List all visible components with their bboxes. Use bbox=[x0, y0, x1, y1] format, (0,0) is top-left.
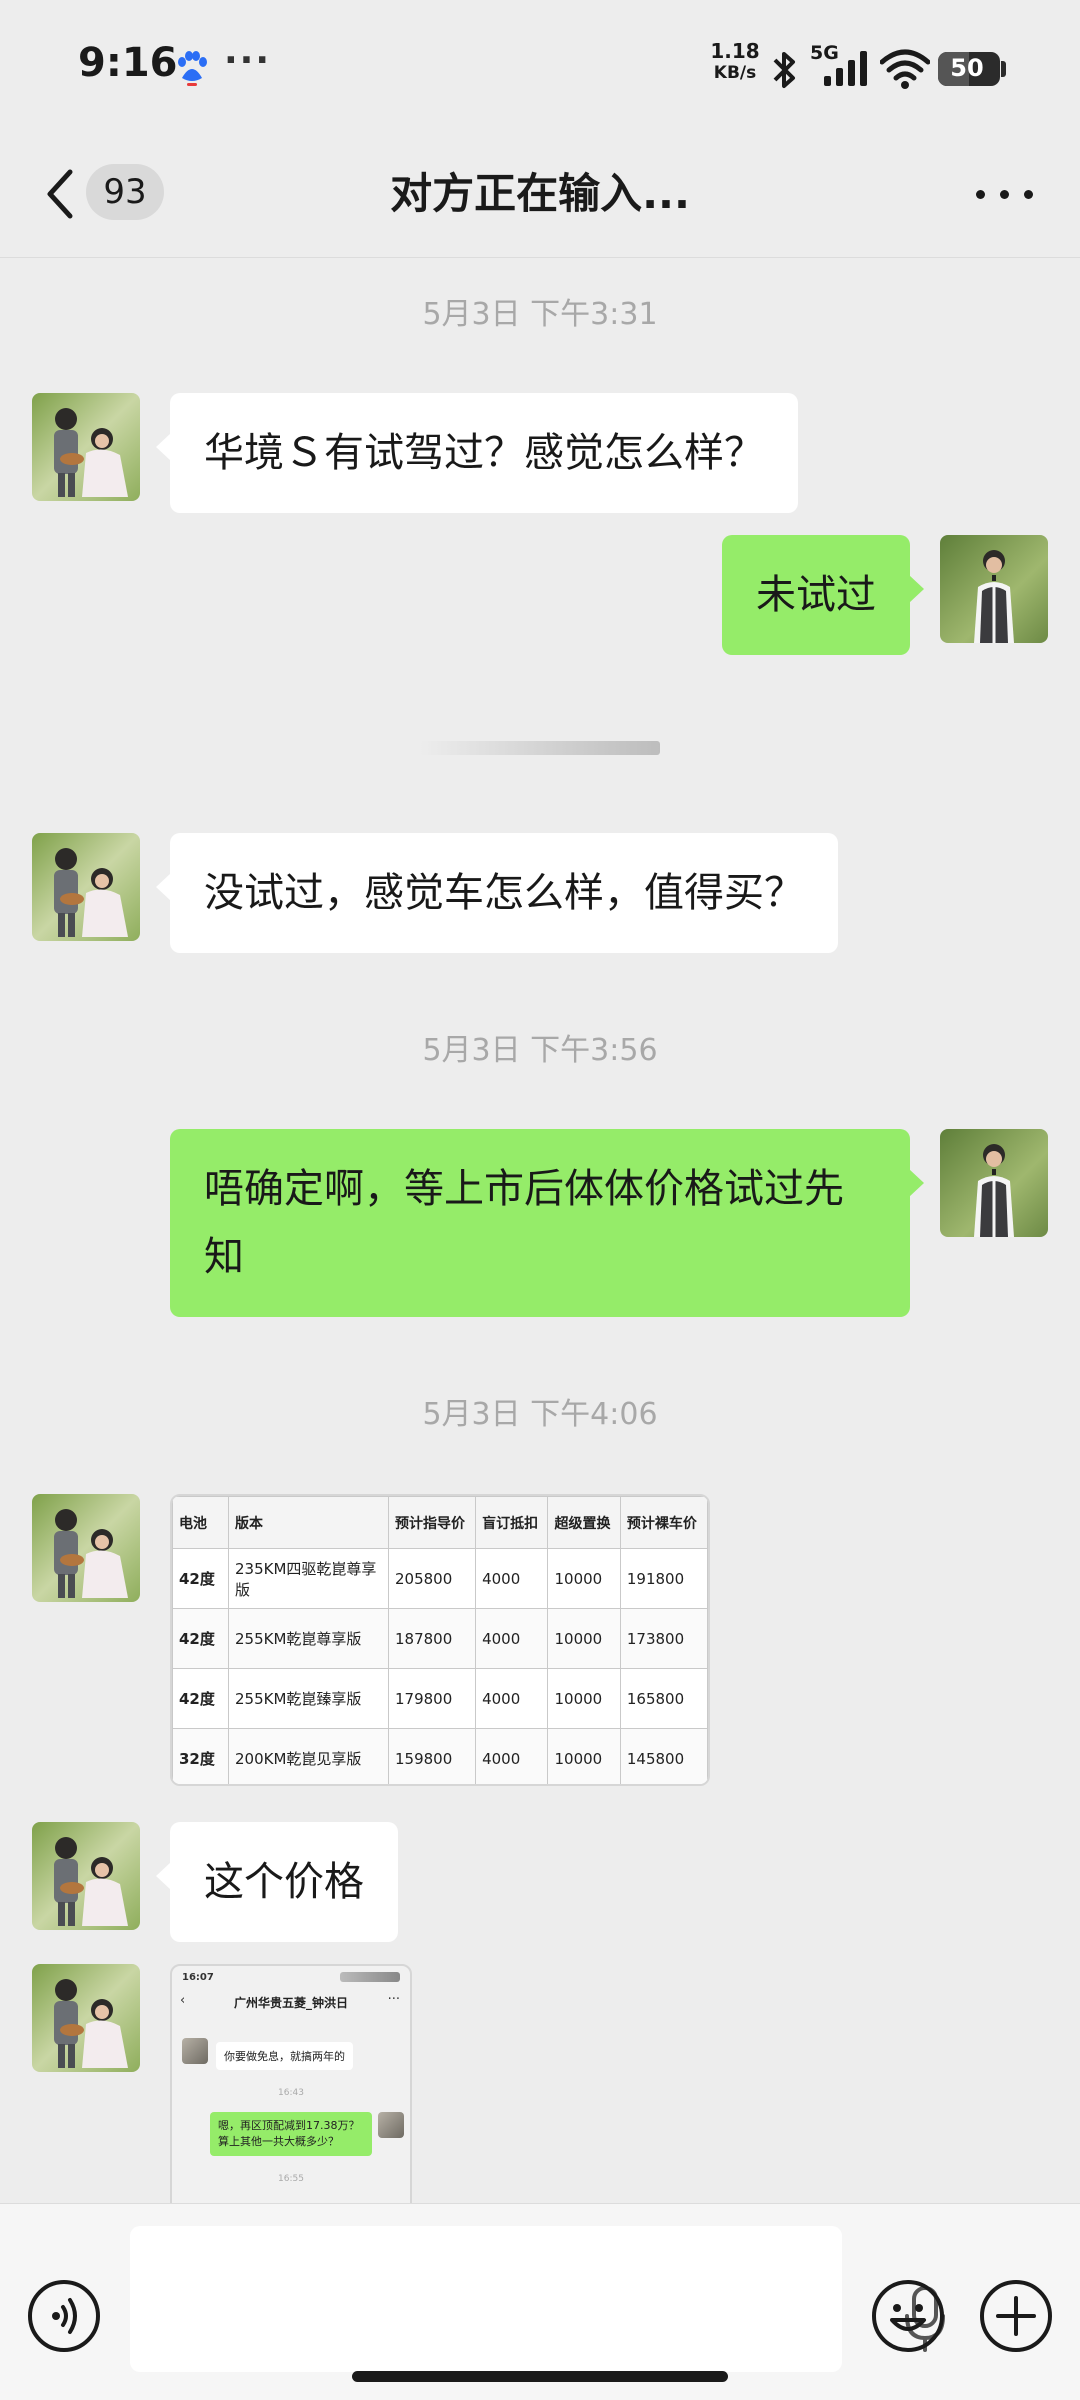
contact-avatar[interactable] bbox=[32, 833, 140, 941]
table-cell: 42度 bbox=[172, 1608, 229, 1669]
thumb-timestamp: 16:55 bbox=[278, 2174, 304, 2184]
contact-avatar[interactable] bbox=[32, 393, 140, 501]
table-cell: 42度 bbox=[172, 1668, 229, 1729]
timestamp: 5月3日 下午4:06 bbox=[422, 1397, 658, 1432]
contact-photo bbox=[32, 833, 140, 941]
voice-icon[interactable] bbox=[26, 2278, 102, 2354]
unread-count-badge[interactable]: 93 bbox=[86, 164, 164, 220]
table-header: 版本 bbox=[228, 1496, 389, 1549]
more-dots-icon[interactable] bbox=[970, 170, 1040, 214]
table-cell: 10000 bbox=[547, 1608, 621, 1669]
thumb-avatar bbox=[182, 2038, 208, 2064]
baidu-paw-icon bbox=[178, 51, 207, 86]
battery-percent: 50 bbox=[950, 54, 984, 82]
table-cell: 10000 bbox=[547, 1548, 621, 1609]
table-cell: 145800 bbox=[619, 1728, 708, 1784]
self-photo bbox=[940, 535, 1048, 643]
plus-icon[interactable] bbox=[978, 2278, 1054, 2354]
incoming-message[interactable]: 没试过，感觉车怎么样，值得买？ bbox=[156, 833, 838, 953]
chat-header: 93 对方正在输入... bbox=[0, 130, 1080, 258]
incoming-message[interactable]: 这个价格 bbox=[156, 1822, 398, 1942]
incoming-message[interactable]: 华境Ｓ有试驾过？感觉怎么样？ bbox=[156, 393, 798, 513]
emoji-icon[interactable] bbox=[870, 2278, 946, 2354]
outgoing-message[interactable]: 未试过 bbox=[722, 535, 924, 655]
wifi-icon bbox=[880, 49, 930, 89]
price-table: 电池 版本 预计指导价 盲订抵扣 超级置换 预计裸车价 42度 235KM四驱乾… bbox=[172, 1496, 708, 1784]
table-cell: 200KM乾崑见享版 bbox=[228, 1728, 389, 1784]
timestamp: 5月3日 下午3:56 bbox=[422, 1033, 658, 1068]
self-avatar[interactable] bbox=[940, 535, 1048, 643]
chat-title: 对方正在输入... bbox=[390, 169, 690, 218]
battery-tip bbox=[1001, 61, 1006, 77]
table-cell: 187800 bbox=[387, 1608, 477, 1669]
table-cell: 32度 bbox=[172, 1728, 229, 1784]
table-cell: 10000 bbox=[547, 1668, 621, 1729]
table-cell: 4000 bbox=[475, 1668, 549, 1729]
bluetooth-icon bbox=[773, 52, 795, 88]
net-speed-value: 1.18 bbox=[710, 39, 760, 63]
home-indicator[interactable] bbox=[352, 2371, 728, 2382]
blurred-line bbox=[420, 741, 660, 755]
thumb-avatar bbox=[378, 2112, 404, 2138]
table-row: 32度 200KM乾崑见享版 159800 4000 10000 145800 bbox=[172, 1728, 708, 1784]
contact-photo bbox=[32, 1494, 140, 1602]
thumb-title: 广州华贵五菱_钟洪日 bbox=[233, 1996, 348, 2010]
thumb-time: 16:07 bbox=[182, 1972, 214, 1983]
table-cell: 173800 bbox=[619, 1608, 708, 1669]
net-speed-unit: KB/s bbox=[713, 63, 757, 83]
table-cell: 4000 bbox=[475, 1608, 549, 1669]
contact-photo bbox=[32, 1822, 140, 1930]
self-avatar[interactable] bbox=[940, 1129, 1048, 1237]
message-input[interactable] bbox=[130, 2226, 945, 2372]
table-header: 预计指导价 bbox=[387, 1496, 477, 1549]
table-cell: 235KM四驱乾崑尊享版 bbox=[228, 1548, 389, 1609]
table-row: 42度 255KM乾崑尊享版 187800 4000 10000 173800 bbox=[172, 1608, 708, 1669]
contact-photo bbox=[32, 393, 140, 501]
table-cell: 179800 bbox=[387, 1668, 477, 1729]
thumb-status-icons bbox=[340, 1972, 400, 1982]
table-header: 电池 bbox=[172, 1496, 229, 1549]
table-row: 42度 235KM四驱乾崑尊享版 205800 4000 10000 19180… bbox=[172, 1548, 708, 1609]
table-row: 42度 255KM乾崑臻享版 179800 4000 10000 165800 bbox=[172, 1668, 708, 1729]
self-photo bbox=[940, 1129, 1048, 1237]
table-header: 盲订抵扣 bbox=[475, 1496, 549, 1549]
table-cell: 255KM乾崑尊享版 bbox=[228, 1608, 389, 1669]
table-cell: 4000 bbox=[475, 1728, 549, 1784]
signal-icon bbox=[824, 51, 867, 86]
contact-avatar[interactable] bbox=[32, 1822, 140, 1930]
battery-icon: 50 bbox=[938, 52, 1000, 86]
outgoing-message[interactable]: 唔确定啊，等上市后体体价格试过先知 bbox=[170, 1129, 924, 1317]
table-cell: 205800 bbox=[387, 1548, 477, 1609]
table-cell: 191800 bbox=[619, 1548, 708, 1609]
table-cell: 255KM乾崑臻享版 bbox=[228, 1668, 389, 1729]
thumb-incoming-message: 你要做免息，就搞两年的 bbox=[216, 2042, 353, 2070]
status-more: ··· bbox=[224, 40, 272, 81]
table-header: 超级置换 bbox=[547, 1496, 621, 1549]
table-header-row: 电池 版本 预计指导价 盲订抵扣 超级置换 预计裸车价 bbox=[172, 1496, 708, 1549]
table-cell: 4000 bbox=[475, 1548, 549, 1609]
thumb-timestamp: 16:43 bbox=[278, 2088, 304, 2098]
status-bar: 9:16 ··· 1.18 KB/s 5G 50 bbox=[0, 0, 1080, 130]
contact-avatar[interactable] bbox=[32, 1964, 140, 2072]
net-speed: 1.18 KB/s bbox=[710, 40, 760, 84]
contact-photo bbox=[32, 1964, 140, 2072]
table-cell: 10000 bbox=[547, 1728, 621, 1784]
table-cell: 42度 bbox=[172, 1548, 229, 1609]
table-cell: 165800 bbox=[619, 1668, 708, 1729]
chat-history[interactable]: 5月3日 下午3:31 华境Ｓ有试驾过？感觉怎么样？ 未试过 没试过，感觉车怎么… bbox=[0, 259, 1080, 2203]
table-header: 预计裸车价 bbox=[619, 1496, 708, 1549]
timestamp: 5月3日 下午3:31 bbox=[422, 297, 658, 332]
image-message-price-table[interactable]: 电池 版本 预计指导价 盲订抵扣 超级置换 预计裸车价 42度 235KM四驱乾… bbox=[170, 1494, 710, 1786]
contact-avatar[interactable] bbox=[32, 1494, 140, 1602]
status-time: 9:16 bbox=[78, 40, 178, 86]
back-chevron-icon[interactable] bbox=[40, 164, 80, 224]
image-message-screenshot[interactable]: 16:07 ‹ 广州华贵五菱_钟洪日 ··· 你要做免息，就搞两年的 16:43… bbox=[170, 1964, 412, 2203]
thumb-outgoing-message: 嗯，再区顶配减到17.38万？算上其他一共大概多少？ bbox=[210, 2112, 372, 2156]
thumb-more-icon: ··· bbox=[387, 1992, 400, 2007]
table-cell: 159800 bbox=[387, 1728, 477, 1784]
